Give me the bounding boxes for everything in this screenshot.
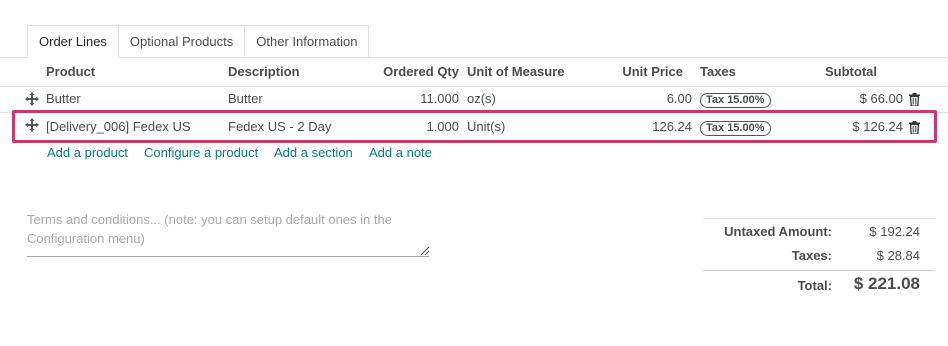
col-subtotal[interactable]: Subtotal xyxy=(825,64,877,79)
col-unit-of-measure[interactable]: Unit of Measure xyxy=(467,64,565,79)
totals-divider xyxy=(703,218,935,219)
cell-taxes: Tax 15.00% xyxy=(700,119,771,136)
col-product[interactable]: Product xyxy=(46,64,95,79)
notebook-tabs: Order Lines Optional Products Other Info… xyxy=(27,25,370,58)
cell-subtotal: $ 66.00 xyxy=(859,91,903,106)
cell-unit-price: 126.24 xyxy=(652,119,692,134)
trash-icon[interactable] xyxy=(909,93,920,106)
table-row[interactable]: [Delivery_006] Fedex US Fedex US - 2 Day… xyxy=(0,112,948,138)
cell-product: [Delivery_006] Fedex US xyxy=(46,119,191,134)
col-description[interactable]: Description xyxy=(228,64,300,79)
cell-subtotal: $ 126.24 xyxy=(852,119,903,134)
taxes-label: Taxes: xyxy=(791,248,832,263)
trash-icon[interactable] xyxy=(909,121,920,134)
col-taxes[interactable]: Taxes xyxy=(700,64,736,79)
tax-badge: Tax 15.00% xyxy=(700,121,771,136)
terms-field[interactable]: Terms and conditions... (note: you can s… xyxy=(27,210,429,257)
cell-uom: Unit(s) xyxy=(467,119,506,134)
cell-product: Butter xyxy=(46,91,81,106)
add-product-link[interactable]: Add a product xyxy=(47,145,128,160)
cell-description: Fedex US - 2 Day xyxy=(228,119,332,134)
col-ordered-qty[interactable]: Ordered Qty xyxy=(383,64,459,79)
add-note-link[interactable]: Add a note xyxy=(369,145,432,160)
cell-uom: oz(s) xyxy=(467,91,496,106)
tab-other-information[interactable]: Other Information xyxy=(244,25,370,57)
cell-ordered-qty: 11.000 xyxy=(420,91,459,106)
tab-order-lines[interactable]: Order Lines xyxy=(27,25,119,58)
tax-badge: Tax 15.00% xyxy=(700,93,771,108)
taxes-value: $ 28.84 xyxy=(876,248,920,263)
drag-handle-icon[interactable] xyxy=(25,118,39,132)
terms-placeholder: Terms and conditions... (note: you can s… xyxy=(27,212,392,246)
cell-description: Butter xyxy=(228,91,263,106)
order-lines-header: Product Description Ordered Qty Unit of … xyxy=(0,62,948,82)
untaxed-amount-label: Untaxed Amount: xyxy=(724,224,832,239)
cell-ordered-qty: 1.000 xyxy=(426,119,459,134)
cell-taxes: Tax 15.00% xyxy=(700,91,771,108)
table-row[interactable]: Butter Butter 11.000 oz(s) 6.00 Tax 15.0… xyxy=(0,86,948,112)
untaxed-amount-value: $ 192.24 xyxy=(869,224,920,239)
total-value: $ 221.08 xyxy=(853,274,920,293)
total-label: Total: xyxy=(797,278,832,293)
configure-product-link[interactable]: Configure a product xyxy=(144,145,258,160)
drag-handle-icon[interactable] xyxy=(25,92,39,106)
totals-divider xyxy=(703,270,935,271)
tab-divider xyxy=(0,57,948,58)
add-section-link[interactable]: Add a section xyxy=(274,145,353,160)
cell-unit-price: 6.00 xyxy=(666,91,692,106)
resize-handle-icon[interactable] xyxy=(421,247,429,255)
col-unit-price[interactable]: Unit Price xyxy=(622,64,683,79)
tab-optional-products[interactable]: Optional Products xyxy=(117,25,246,57)
